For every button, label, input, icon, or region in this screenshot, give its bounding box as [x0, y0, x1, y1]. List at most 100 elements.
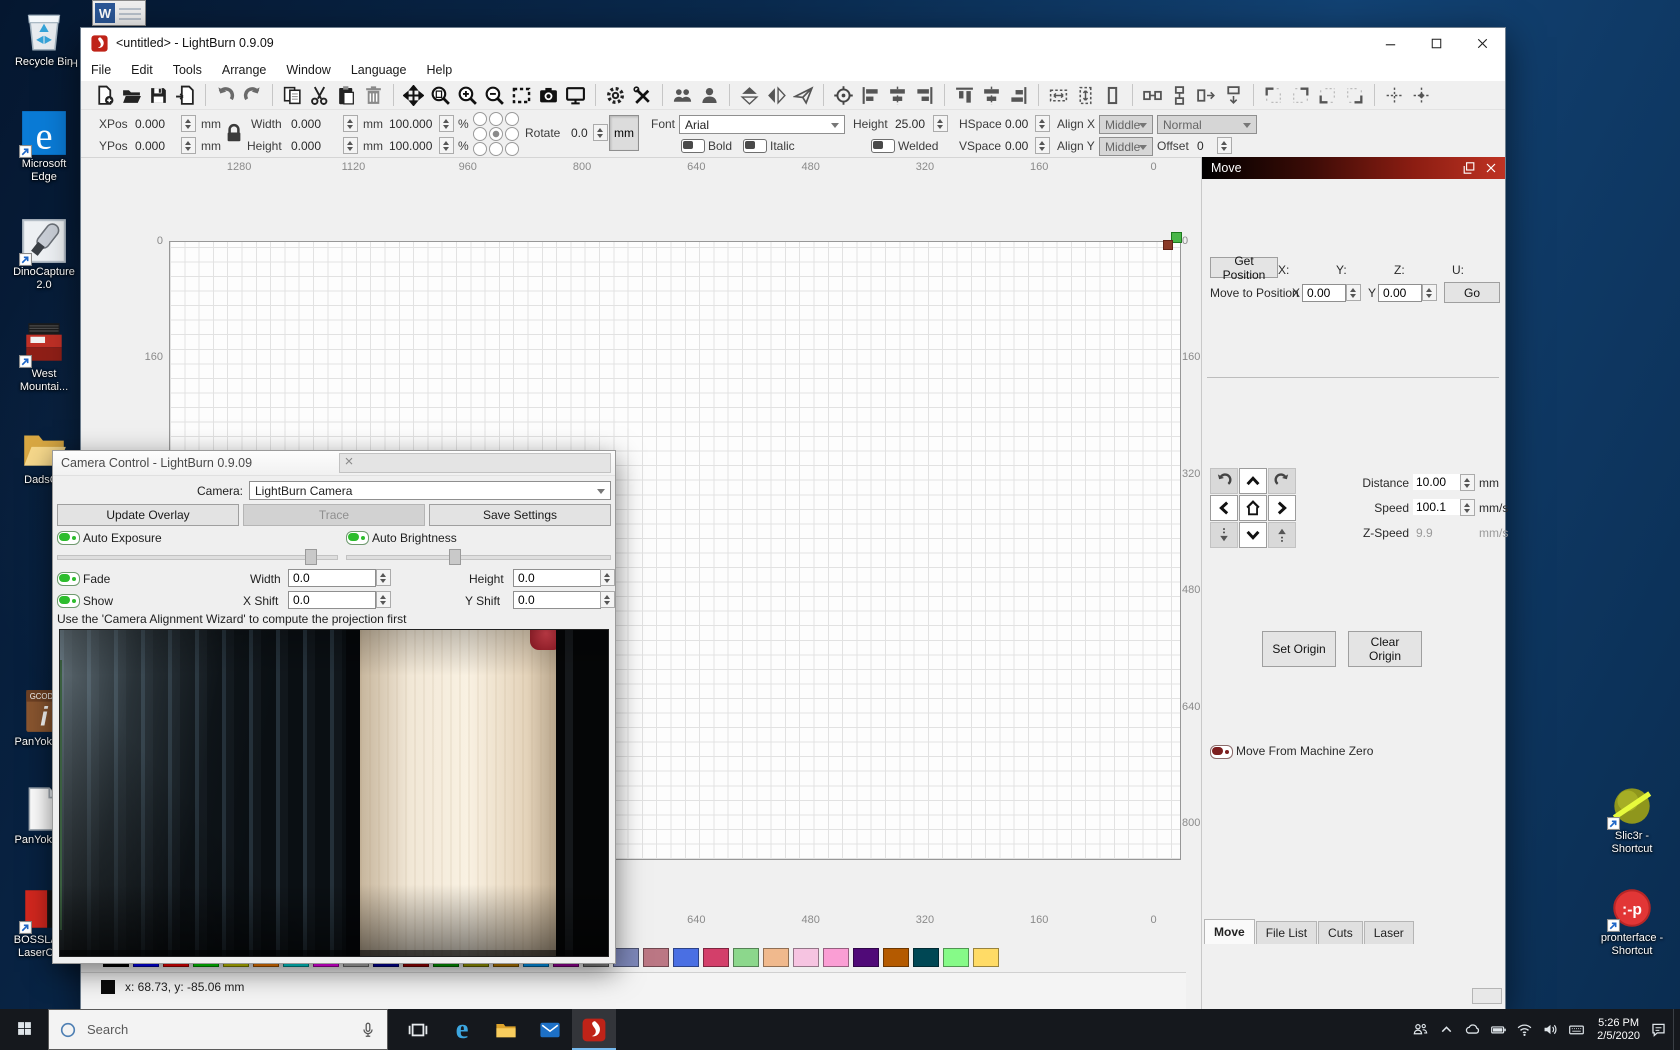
tab-move[interactable]: Move — [1204, 919, 1255, 944]
cloud-icon[interactable] — [1464, 1021, 1481, 1038]
desktop-icon-dinocapture[interactable]: DinoCapture 2.0 — [3, 216, 85, 292]
palette-swatch[interactable] — [793, 948, 819, 967]
y-shift-spinner[interactable] — [600, 591, 615, 608]
jog-home[interactable] — [1239, 495, 1267, 521]
edge-button[interactable]: e — [440, 1009, 484, 1050]
volume-icon[interactable] — [1542, 1021, 1559, 1038]
move-x-input[interactable]: 0.00 — [1302, 284, 1346, 302]
overlay-height-input[interactable]: 0.0 — [513, 569, 601, 587]
palette-swatch[interactable] — [883, 948, 909, 967]
shape-rect-icon[interactable] — [1102, 85, 1123, 106]
get-position-button[interactable]: Get Position — [1210, 257, 1278, 278]
menu-item[interactable]: Arrange — [212, 63, 276, 77]
machines-icon[interactable] — [672, 85, 693, 106]
desktop-icon-edge[interactable]: e Microsoft Edge — [3, 108, 85, 184]
menu-item[interactable]: File — [81, 63, 121, 77]
start-button[interactable] — [0, 1009, 48, 1050]
file-explorer-button[interactable] — [484, 1009, 528, 1050]
jog-z-up[interactable] — [1268, 522, 1296, 548]
height-percent-spinner[interactable] — [439, 137, 454, 154]
frame-corner-bl-icon[interactable] — [1317, 85, 1338, 106]
cross-dash-icon[interactable] — [1384, 85, 1405, 106]
chevron-up-icon[interactable] — [1438, 1021, 1455, 1038]
zoom-selection-icon[interactable] — [430, 85, 451, 106]
font-height-spinner[interactable] — [933, 115, 948, 132]
italic-toggle[interactable] — [743, 139, 767, 153]
hspace-value[interactable]: 0.00 — [1005, 117, 1028, 131]
palette-swatch[interactable] — [973, 948, 999, 967]
settings-icon[interactable] — [605, 85, 626, 106]
show-toggle[interactable] — [57, 594, 80, 608]
device-settings-icon[interactable] — [632, 85, 653, 106]
camera-capture-icon[interactable] — [538, 85, 559, 106]
zoom-in-icon[interactable] — [457, 85, 478, 106]
jog-right[interactable] — [1268, 495, 1296, 521]
tab-cuts[interactable]: Cuts — [1318, 921, 1363, 944]
resize-height-icon[interactable] — [1075, 85, 1096, 106]
bold-toggle[interactable] — [681, 139, 705, 153]
rotate-value[interactable]: 0.0 — [571, 126, 588, 140]
battery-icon[interactable] — [1490, 1021, 1507, 1038]
brightness-slider-handle[interactable] — [449, 549, 461, 565]
move-y-input[interactable]: 0.00 — [1378, 284, 1422, 302]
desktop-icon-pronterface[interactable]: :-p pronterface - Shortcut — [1591, 882, 1673, 958]
ypos-value[interactable]: 0.000 — [135, 139, 165, 153]
window-titlebar[interactable]: <untitled> - LightBurn 0.9.09 — [81, 28, 1505, 59]
speed-spinner[interactable] — [1460, 499, 1475, 516]
frame-corner-tl-icon[interactable] — [1263, 85, 1284, 106]
desktop-icon-recycle-bin[interactable]: Recycle Bin — [3, 6, 85, 69]
copy-icon[interactable] — [282, 85, 303, 106]
align-center-h-icon[interactable] — [887, 85, 908, 106]
palette-swatch[interactable] — [853, 948, 879, 967]
palette-swatch[interactable] — [613, 948, 639, 967]
speed-value[interactable]: 100.1 — [1413, 499, 1462, 515]
push-vertical-icon[interactable] — [1223, 85, 1244, 106]
new-file-icon[interactable] — [94, 85, 115, 106]
welded-toggle[interactable] — [871, 139, 895, 153]
desktop-icon-west-mountain[interactable]: West Mountai... — [3, 318, 85, 394]
align-left-icon[interactable] — [860, 85, 881, 106]
brightness-slider[interactable] — [346, 555, 611, 560]
minimize-button[interactable] — [1367, 28, 1413, 58]
auto-exposure-toggle[interactable] — [57, 531, 80, 545]
move-x-spinner[interactable] — [1346, 284, 1361, 301]
panel-scroll-widget[interactable] — [1472, 988, 1502, 1004]
undo-icon[interactable] — [215, 85, 236, 106]
focus-target-icon[interactable] — [833, 85, 854, 106]
overlay-width-input[interactable]: 0.0 — [288, 569, 376, 587]
resize-width-icon[interactable] — [1048, 85, 1069, 106]
x-shift-spinner[interactable] — [376, 591, 391, 608]
taskbar-clock[interactable]: 5:26 PM 2/5/2020 — [1597, 1017, 1640, 1043]
trace-button[interactable]: Trace — [243, 504, 425, 526]
unit-toggle-button[interactable]: mm — [609, 115, 639, 151]
push-horizontal-icon[interactable] — [1196, 85, 1217, 106]
palette-swatch[interactable] — [643, 948, 669, 967]
hspace-spinner[interactable] — [1035, 115, 1050, 132]
align-bottom-icon[interactable] — [1008, 85, 1029, 106]
cut-icon[interactable] — [309, 85, 330, 106]
width-percent-spinner[interactable] — [439, 115, 454, 132]
jog-up[interactable] — [1239, 468, 1267, 494]
paste-icon[interactable] — [336, 85, 357, 106]
user-icon[interactable] — [699, 85, 720, 106]
font-height-value[interactable]: 25.00 — [895, 117, 925, 131]
palette-swatch[interactable] — [763, 948, 789, 967]
clear-origin-button[interactable]: Clear Origin — [1348, 631, 1422, 667]
palette-swatch[interactable] — [823, 948, 849, 967]
frame-corner-br-icon[interactable] — [1344, 85, 1365, 106]
undock-icon[interactable] — [1461, 160, 1479, 176]
jog-z-down[interactable] — [1210, 522, 1238, 548]
cross-target-icon[interactable] — [1411, 85, 1432, 106]
align-right-icon[interactable] — [914, 85, 935, 106]
desktop-icon-slic3r[interactable]: Slic3r - Shortcut — [1591, 780, 1673, 856]
mirror-horizontal-icon[interactable] — [766, 85, 787, 106]
touch-keyboard-icon[interactable] — [1568, 1021, 1585, 1038]
move-panel-titlebar[interactable]: Move — [1202, 157, 1505, 179]
align-x-select[interactable]: Middle — [1099, 115, 1153, 134]
mail-button[interactable] — [528, 1009, 572, 1050]
xpos-spinner[interactable] — [181, 115, 196, 132]
save-settings-button[interactable]: Save Settings — [429, 504, 611, 526]
action-center-icon[interactable] — [1650, 1021, 1667, 1038]
tab-file-list[interactable]: File List — [1256, 921, 1317, 944]
align-y-select[interactable]: Middle — [1099, 137, 1153, 156]
